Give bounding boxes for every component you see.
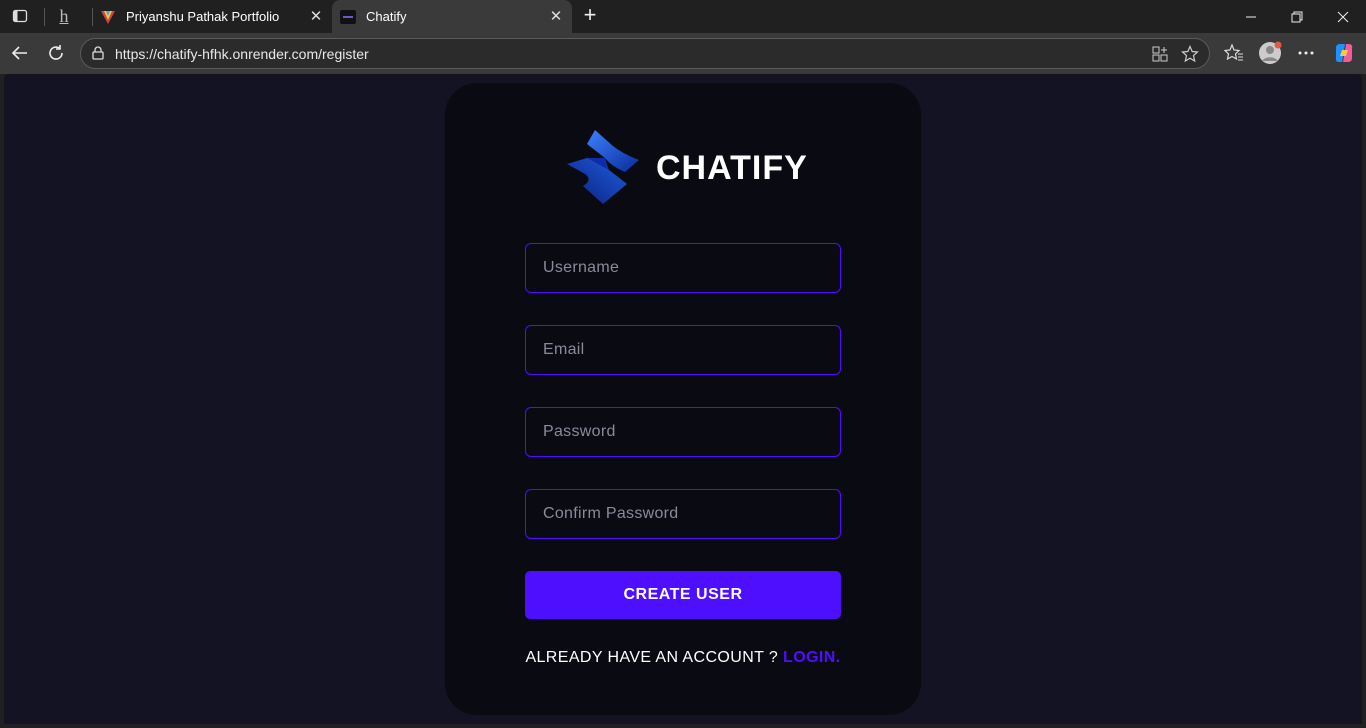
favorites-icon[interactable] [1222, 41, 1246, 65]
password-input[interactable] [525, 407, 841, 457]
brand: CHATIFY [565, 128, 808, 208]
login-prompt: ALREADY HAVE AN ACCOUNT ? LOGIN. [445, 649, 921, 667]
restore-icon[interactable] [1274, 0, 1320, 33]
new-tab-icon[interactable]: + [578, 4, 602, 28]
tab-portfolio[interactable]: Priyanshu Pathak Portfolio ✕ [92, 0, 332, 33]
profile-avatar-icon[interactable] [1258, 41, 1282, 65]
more-options-icon[interactable] [1294, 41, 1318, 65]
copilot-icon[interactable] [1332, 41, 1356, 65]
tab-bar: h Priyanshu Pathak Portfolio ✕ Chatify ✕… [0, 0, 1366, 33]
h-site-icon: h [59, 6, 69, 26]
refresh-icon[interactable] [44, 41, 68, 65]
login-link[interactable]: LOGIN. [783, 649, 841, 666]
split-screen-icon[interactable] [1151, 45, 1169, 68]
chatify-favicon-icon [340, 9, 356, 25]
tab-chatify[interactable]: Chatify ✕ [332, 0, 572, 33]
tab-label: Priyanshu Pathak Portfolio [126, 9, 280, 24]
chatify-logo-icon [567, 130, 639, 204]
close-icon[interactable]: ✕ [548, 9, 564, 25]
minimize-icon[interactable] [1228, 0, 1274, 33]
site-info-icon[interactable] [91, 46, 105, 65]
favorite-star-icon[interactable] [1181, 45, 1199, 68]
address-bar[interactable]: https://chatify-hfhk.onrender.com/regist… [80, 38, 1210, 69]
create-user-button[interactable]: CREATE USER [525, 571, 841, 619]
login-prompt-text: ALREADY HAVE AN ACCOUNT ? [525, 649, 784, 666]
register-form-card: CHATIFY CREATE USER ALREADY HAVE AN ACCO… [445, 83, 921, 715]
browser-toolbar: https://chatify-hfhk.onrender.com/regist… [0, 33, 1366, 74]
tab-pinned[interactable]: h [56, 0, 86, 33]
back-icon[interactable] [8, 41, 32, 65]
email-input[interactable] [525, 325, 841, 375]
tab-label: Chatify [366, 9, 407, 24]
close-window-icon[interactable] [1320, 0, 1366, 33]
url-text: https://chatify-hfhk.onrender.com/regist… [115, 46, 369, 62]
tab-separator [44, 8, 45, 26]
confirm-password-input[interactable] [525, 489, 841, 539]
portfolio-logo-icon [100, 9, 116, 25]
tab-actions-icon[interactable] [8, 6, 32, 26]
page-viewport: CHATIFY CREATE USER ALREADY HAVE AN ACCO… [4, 74, 1362, 724]
username-input[interactable] [525, 243, 841, 293]
brand-name: CHATIFY [656, 148, 808, 187]
close-icon[interactable]: ✕ [308, 9, 324, 25]
